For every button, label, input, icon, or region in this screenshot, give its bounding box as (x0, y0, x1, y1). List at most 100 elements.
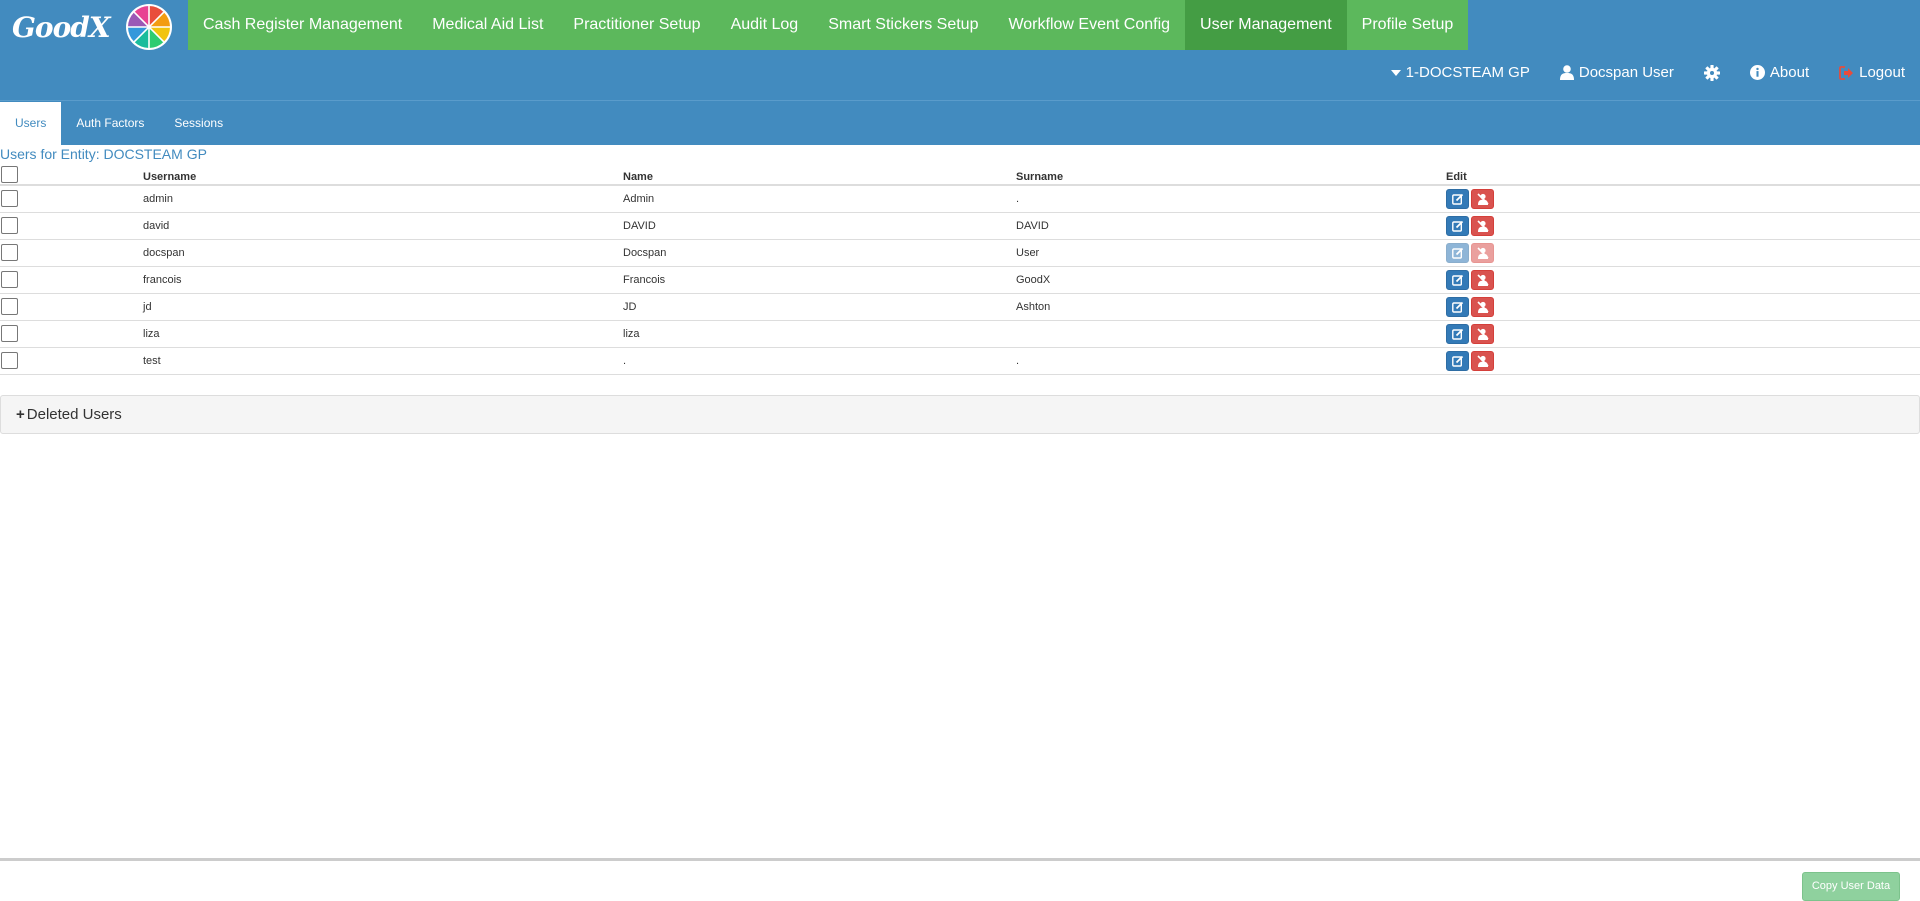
cell-name: JD (623, 293, 1016, 321)
row-checkbox[interactable] (1, 190, 18, 208)
delete-user-button[interactable] (1471, 269, 1494, 290)
edit-icon (1452, 355, 1464, 367)
expand-icon: + (16, 406, 25, 423)
nav-user-management[interactable]: User Management (1185, 0, 1347, 50)
cell-edit-actions (1446, 212, 1920, 240)
copy-user-data-button[interactable]: Copy User Data (1802, 872, 1900, 901)
row-select-cell (0, 293, 143, 321)
nav-workflow-event-config[interactable]: Workflow Event Config (993, 0, 1186, 50)
edit-user-button[interactable] (1446, 269, 1469, 290)
edit-icon (1452, 193, 1464, 205)
header-edit: Edit (1446, 165, 1920, 186)
entity-label: 1-DOCSTEAM GP (1405, 64, 1530, 81)
cell-username: admin (143, 185, 623, 213)
cell-edit-actions (1446, 239, 1920, 267)
nav-smart-stickers-setup[interactable]: Smart Stickers Setup (813, 0, 994, 50)
row-select-cell (0, 347, 143, 375)
table-row: test.. (0, 347, 1920, 375)
edit-user-button[interactable] (1446, 242, 1469, 263)
app-header: GoodX Cash Register Management Medical A… (0, 0, 1920, 145)
edit-user-button[interactable] (1446, 296, 1469, 317)
deleted-users-toggle[interactable]: + Deleted Users (16, 406, 122, 423)
delete-user-button[interactable] (1471, 350, 1494, 371)
tab-auth-factors[interactable]: Auth Factors (61, 102, 159, 145)
row-select-cell (0, 239, 143, 267)
nav-cash-register-management[interactable]: Cash Register Management (188, 0, 418, 50)
about-button[interactable]: About (1749, 64, 1810, 81)
row-select-cell (0, 185, 143, 213)
logout-button[interactable]: Logout (1839, 64, 1905, 81)
users-table-body: admin Admin. david DAVID DAVID docspan Docspan… (0, 185, 1920, 375)
select-all-header (0, 165, 143, 186)
deleted-users-panel: + Deleted Users (0, 395, 1920, 434)
cell-surname: DAVID (1016, 212, 1446, 240)
entity-dropdown[interactable]: 1-DOCSTEAM GP (1390, 64, 1530, 81)
entity-title: Users for Entity: DOCSTEAM GP (0, 146, 207, 162)
delete-user-button[interactable] (1471, 323, 1494, 344)
cell-edit-actions (1446, 185, 1920, 213)
user-menu[interactable]: Docspan User (1559, 64, 1674, 81)
edit-icon (1452, 274, 1464, 286)
edit-icon (1452, 301, 1464, 313)
cell-edit-actions (1446, 266, 1920, 294)
user-delete-icon (1477, 300, 1489, 313)
row-checkbox[interactable] (1, 298, 18, 315)
row-checkbox[interactable] (1, 352, 18, 369)
nav-profile-setup[interactable]: Profile Setup (1346, 0, 1469, 50)
cell-username: francois (143, 266, 623, 294)
row-checkbox[interactable] (1, 325, 18, 342)
row-select-cell (0, 212, 143, 240)
cell-edit-actions (1446, 347, 1920, 375)
user-delete-icon (1477, 193, 1489, 205)
tab-sessions[interactable]: Sessions (159, 102, 238, 145)
header-username: Username (143, 165, 623, 186)
user-icon (1559, 65, 1574, 80)
edit-user-button[interactable] (1446, 215, 1469, 236)
deleted-users-label: Deleted Users (26, 406, 122, 423)
about-label: About (1769, 64, 1810, 81)
tab-users[interactable]: Users (0, 102, 62, 145)
row-checkbox[interactable] (1, 271, 18, 288)
select-all-checkbox[interactable] (1, 166, 18, 183)
cell-name: Docspan (623, 239, 1016, 267)
row-checkbox[interactable] (1, 244, 18, 261)
cell-edit-actions (1446, 293, 1920, 321)
settings-button[interactable] (1703, 64, 1720, 81)
row-checkbox[interactable] (1, 217, 18, 234)
user-bar: 1-DOCSTEAM GP Docspan User About Logout (1390, 64, 1905, 81)
cell-surname: User (1016, 239, 1446, 267)
edit-user-button[interactable] (1446, 323, 1469, 344)
cell-name: Francois (623, 266, 1016, 294)
edit-icon (1452, 328, 1464, 340)
color-wheel-icon (126, 4, 172, 50)
cell-surname (1016, 320, 1446, 348)
delete-user-button[interactable] (1471, 215, 1494, 236)
footer-divider (0, 858, 1920, 861)
table-row: jd JD Ashton (0, 293, 1920, 321)
cell-name: DAVID (623, 212, 1016, 240)
cell-edit-actions (1446, 320, 1920, 348)
cell-name: . (623, 347, 1016, 375)
nav-audit-log[interactable]: Audit Log (715, 0, 814, 50)
edit-user-button[interactable] (1446, 350, 1469, 371)
row-select-cell (0, 266, 143, 294)
sign-out-icon (1839, 65, 1854, 80)
nav-practitioner-setup[interactable]: Practitioner Setup (558, 0, 716, 50)
gear-icon (1703, 64, 1720, 81)
table-row: david DAVID DAVID (0, 212, 1920, 240)
goodx-logo[interactable]: GoodX (12, 2, 172, 50)
cell-surname: . (1016, 347, 1446, 375)
caret-down-icon (1390, 69, 1401, 76)
user-delete-icon (1477, 354, 1489, 367)
header-divider (0, 100, 1920, 101)
table-row: admin Admin. (0, 185, 1920, 213)
logo-text: GoodX (12, 11, 111, 44)
table-row: francois Francois GoodX (0, 266, 1920, 294)
delete-user-button[interactable] (1471, 188, 1494, 209)
edit-user-button[interactable] (1446, 188, 1469, 209)
cell-username: david (143, 212, 623, 240)
delete-user-button[interactable] (1471, 242, 1494, 263)
nav-medical-aid-list[interactable]: Medical Aid List (417, 0, 559, 50)
cell-name: liza (623, 320, 1016, 348)
delete-user-button[interactable] (1471, 296, 1494, 317)
